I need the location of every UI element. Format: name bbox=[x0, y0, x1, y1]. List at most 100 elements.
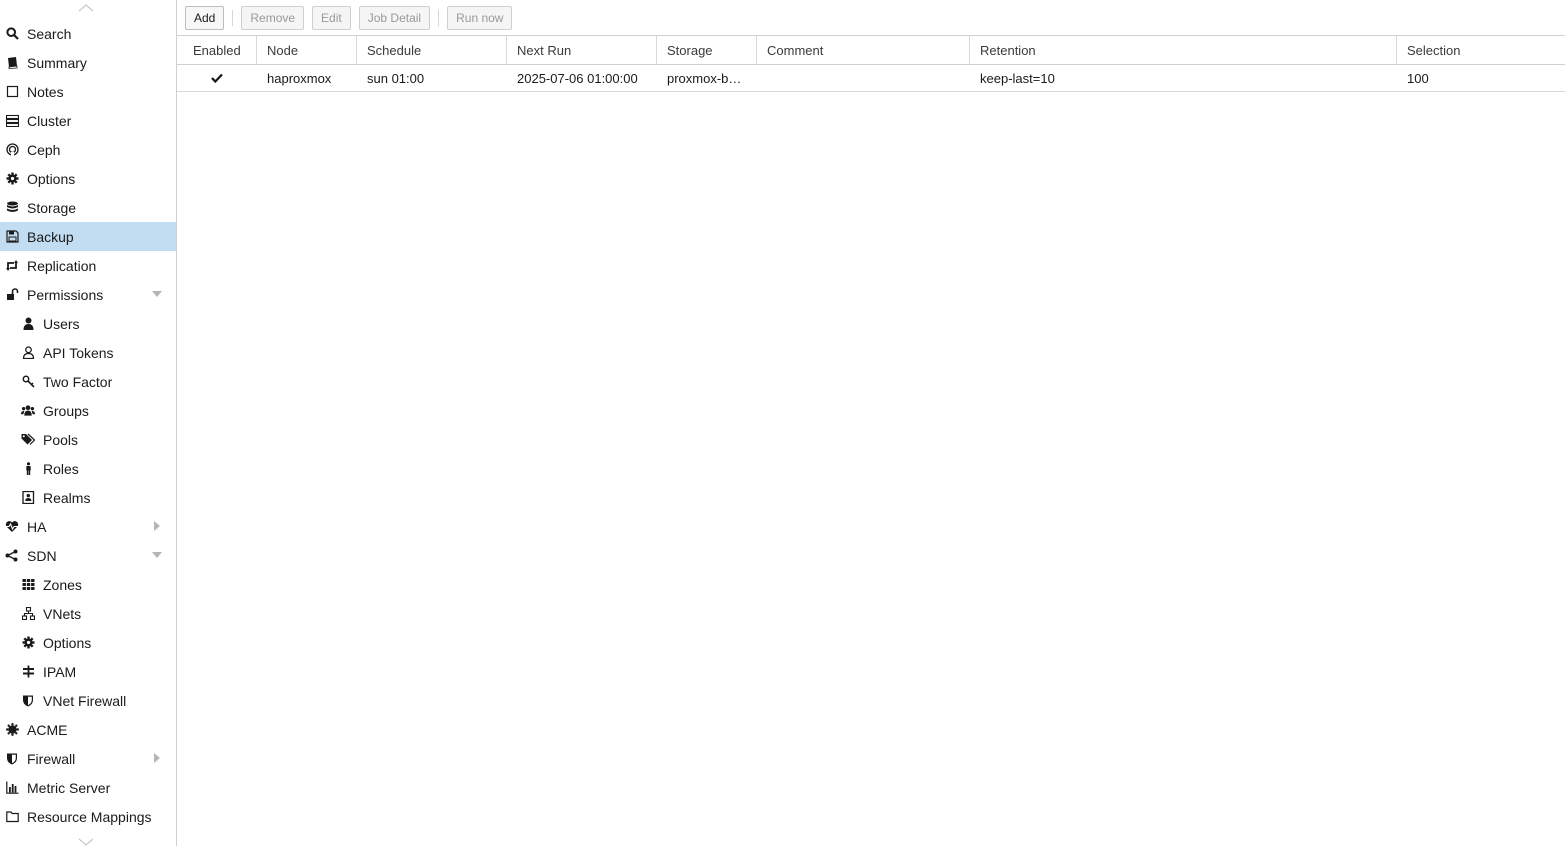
job-detail-button[interactable]: Job Detail bbox=[358, 5, 431, 30]
sidebar-item-label: Ceph bbox=[27, 141, 61, 158]
sidebar-item-acme[interactable]: ACME bbox=[0, 715, 176, 744]
database-icon bbox=[5, 201, 19, 215]
chevron-down-icon[interactable] bbox=[152, 289, 162, 299]
scroll-down-icon[interactable] bbox=[78, 838, 94, 846]
users-icon bbox=[21, 404, 35, 418]
chevron-right-icon[interactable] bbox=[152, 753, 162, 763]
shield-icon bbox=[21, 694, 35, 708]
sidebar-item-backup[interactable]: Backup bbox=[0, 222, 176, 251]
add-button[interactable]: Add bbox=[185, 5, 225, 30]
scroll-up-icon[interactable] bbox=[78, 4, 94, 14]
sidebar-item-label: API Tokens bbox=[43, 344, 114, 361]
certificate-icon bbox=[5, 723, 19, 737]
sidebar-item-sdn[interactable]: SDN bbox=[0, 541, 176, 570]
tags-icon bbox=[21, 433, 35, 447]
sidebar-item-label: Two Factor bbox=[43, 373, 113, 390]
retention-cell: keep-last=10 bbox=[980, 70, 1055, 86]
ipam-icon bbox=[21, 665, 35, 679]
sidebar-item-label: SDN bbox=[27, 547, 57, 564]
chevron-right-icon[interactable] bbox=[152, 521, 162, 531]
next-run-cell: 2025-07-06 01:00:00 bbox=[517, 70, 638, 86]
schedule-cell: sun 01:00 bbox=[367, 70, 425, 86]
sidebar-item-label: VNet Firewall bbox=[43, 692, 127, 709]
chevron-down-icon[interactable] bbox=[152, 550, 162, 560]
backup-jobs-grid: Enabled Node Schedule Next Run Storage C… bbox=[177, 35, 1565, 846]
column-header-selection[interactable]: Selection bbox=[1397, 36, 1565, 65]
sidebar-item-ceph[interactable]: Ceph bbox=[0, 135, 176, 164]
column-header-enabled[interactable]: Enabled bbox=[177, 36, 257, 65]
sidebar-item-label: Permissions bbox=[27, 286, 104, 303]
sidebar-item-sdn-options[interactable]: Options bbox=[0, 628, 176, 657]
toolbar: Add Remove Edit Job Detail Run now bbox=[177, 0, 1565, 35]
sidebar-item-roles[interactable]: Roles bbox=[0, 454, 176, 483]
bar-chart-icon bbox=[5, 781, 19, 795]
sidebar-item-label: VNets bbox=[43, 605, 82, 622]
sidebar-item-label: Resource Mappings bbox=[27, 808, 152, 825]
sidebar-item-label: Storage bbox=[27, 199, 77, 216]
sidebar-item-label: Groups bbox=[43, 402, 89, 419]
sidebar-item-notes[interactable]: Notes bbox=[0, 77, 176, 106]
server-icon bbox=[5, 114, 19, 128]
sidebar-item-users[interactable]: Users bbox=[0, 309, 176, 338]
sidebar-item-label: Options bbox=[27, 170, 76, 187]
column-header-comment[interactable]: Comment bbox=[757, 36, 970, 65]
th-icon bbox=[21, 578, 35, 592]
sidebar-item-firewall[interactable]: Firewall bbox=[0, 744, 176, 773]
sidebar-item-label: Zones bbox=[43, 576, 82, 593]
book-icon bbox=[5, 56, 19, 70]
sidebar-item-ipam[interactable]: IPAM bbox=[0, 657, 176, 686]
remove-button[interactable]: Remove bbox=[241, 5, 305, 30]
sidebar-item-replication[interactable]: Replication bbox=[0, 251, 176, 280]
sidebar-nav: Search Summary Notes Cluster Ceph Option… bbox=[0, 0, 177, 846]
sidebar-item-label: HA bbox=[27, 518, 47, 535]
ceph-icon bbox=[5, 143, 19, 157]
toolbar-separator bbox=[232, 9, 234, 26]
floppy-icon bbox=[5, 230, 19, 244]
sidebar-item-search[interactable]: Search bbox=[0, 19, 176, 48]
check-icon bbox=[211, 71, 223, 86]
sidebar-item-vnet-firewall[interactable]: VNet Firewall bbox=[0, 686, 176, 715]
sidebar-item-api-tokens[interactable]: API Tokens bbox=[0, 338, 176, 367]
selection-cell: 100 bbox=[1407, 70, 1429, 86]
sidebar-item-storage[interactable]: Storage bbox=[0, 193, 176, 222]
sidebar-item-ha[interactable]: HA bbox=[0, 512, 176, 541]
sidebar-item-label: Backup bbox=[27, 228, 74, 245]
gear-icon bbox=[5, 172, 19, 186]
male-icon bbox=[21, 462, 35, 476]
sidebar-item-label: Roles bbox=[43, 460, 79, 477]
sidebar-item-label: Search bbox=[27, 25, 72, 42]
heartbeat-icon bbox=[5, 520, 19, 534]
gear-icon bbox=[21, 636, 35, 650]
app-root: Search Summary Notes Cluster Ceph Option… bbox=[0, 0, 1565, 846]
run-now-button[interactable]: Run now bbox=[447, 5, 513, 30]
table-row[interactable]: haproxmox sun 01:00 2025-07-06 01:00:00 … bbox=[177, 65, 1565, 92]
retweet-icon bbox=[5, 259, 19, 273]
network-icon bbox=[21, 607, 35, 621]
sidebar-item-metric-server[interactable]: Metric Server bbox=[0, 773, 176, 802]
sidebar-item-pools[interactable]: Pools bbox=[0, 425, 176, 454]
sidebar-item-two-factor[interactable]: Two Factor bbox=[0, 367, 176, 396]
sidebar-item-permissions[interactable]: Permissions bbox=[0, 280, 176, 309]
column-header-schedule[interactable]: Schedule bbox=[357, 36, 507, 65]
sidebar-item-realms[interactable]: Realms bbox=[0, 483, 176, 512]
column-header-next-run[interactable]: Next Run bbox=[507, 36, 657, 65]
sidebar-item-label: Cluster bbox=[27, 112, 72, 129]
comment-cell bbox=[757, 65, 970, 91]
sidebar-item-summary[interactable]: Summary bbox=[0, 48, 176, 77]
sidebar-item-label: Firewall bbox=[27, 750, 76, 767]
sidebar-item-groups[interactable]: Groups bbox=[0, 396, 176, 425]
sidebar-item-label: Replication bbox=[27, 257, 97, 274]
sidebar-item-resource-mappings[interactable]: Resource Mappings bbox=[0, 802, 176, 831]
sidebar-item-vnets[interactable]: VNets bbox=[0, 599, 176, 628]
column-header-storage[interactable]: Storage bbox=[657, 36, 757, 65]
sidebar-item-label: Metric Server bbox=[27, 779, 111, 796]
edit-button[interactable]: Edit bbox=[312, 5, 351, 30]
sidebar-item-cluster[interactable]: Cluster bbox=[0, 106, 176, 135]
sidebar-item-label: ACME bbox=[27, 721, 68, 738]
sidebar-item-zones[interactable]: Zones bbox=[0, 570, 176, 599]
sidebar-item-label: Users bbox=[43, 315, 80, 332]
column-header-retention[interactable]: Retention bbox=[970, 36, 1397, 65]
node-cell: haproxmox bbox=[267, 70, 332, 86]
sidebar-item-options[interactable]: Options bbox=[0, 164, 176, 193]
column-header-node[interactable]: Node bbox=[257, 36, 357, 65]
